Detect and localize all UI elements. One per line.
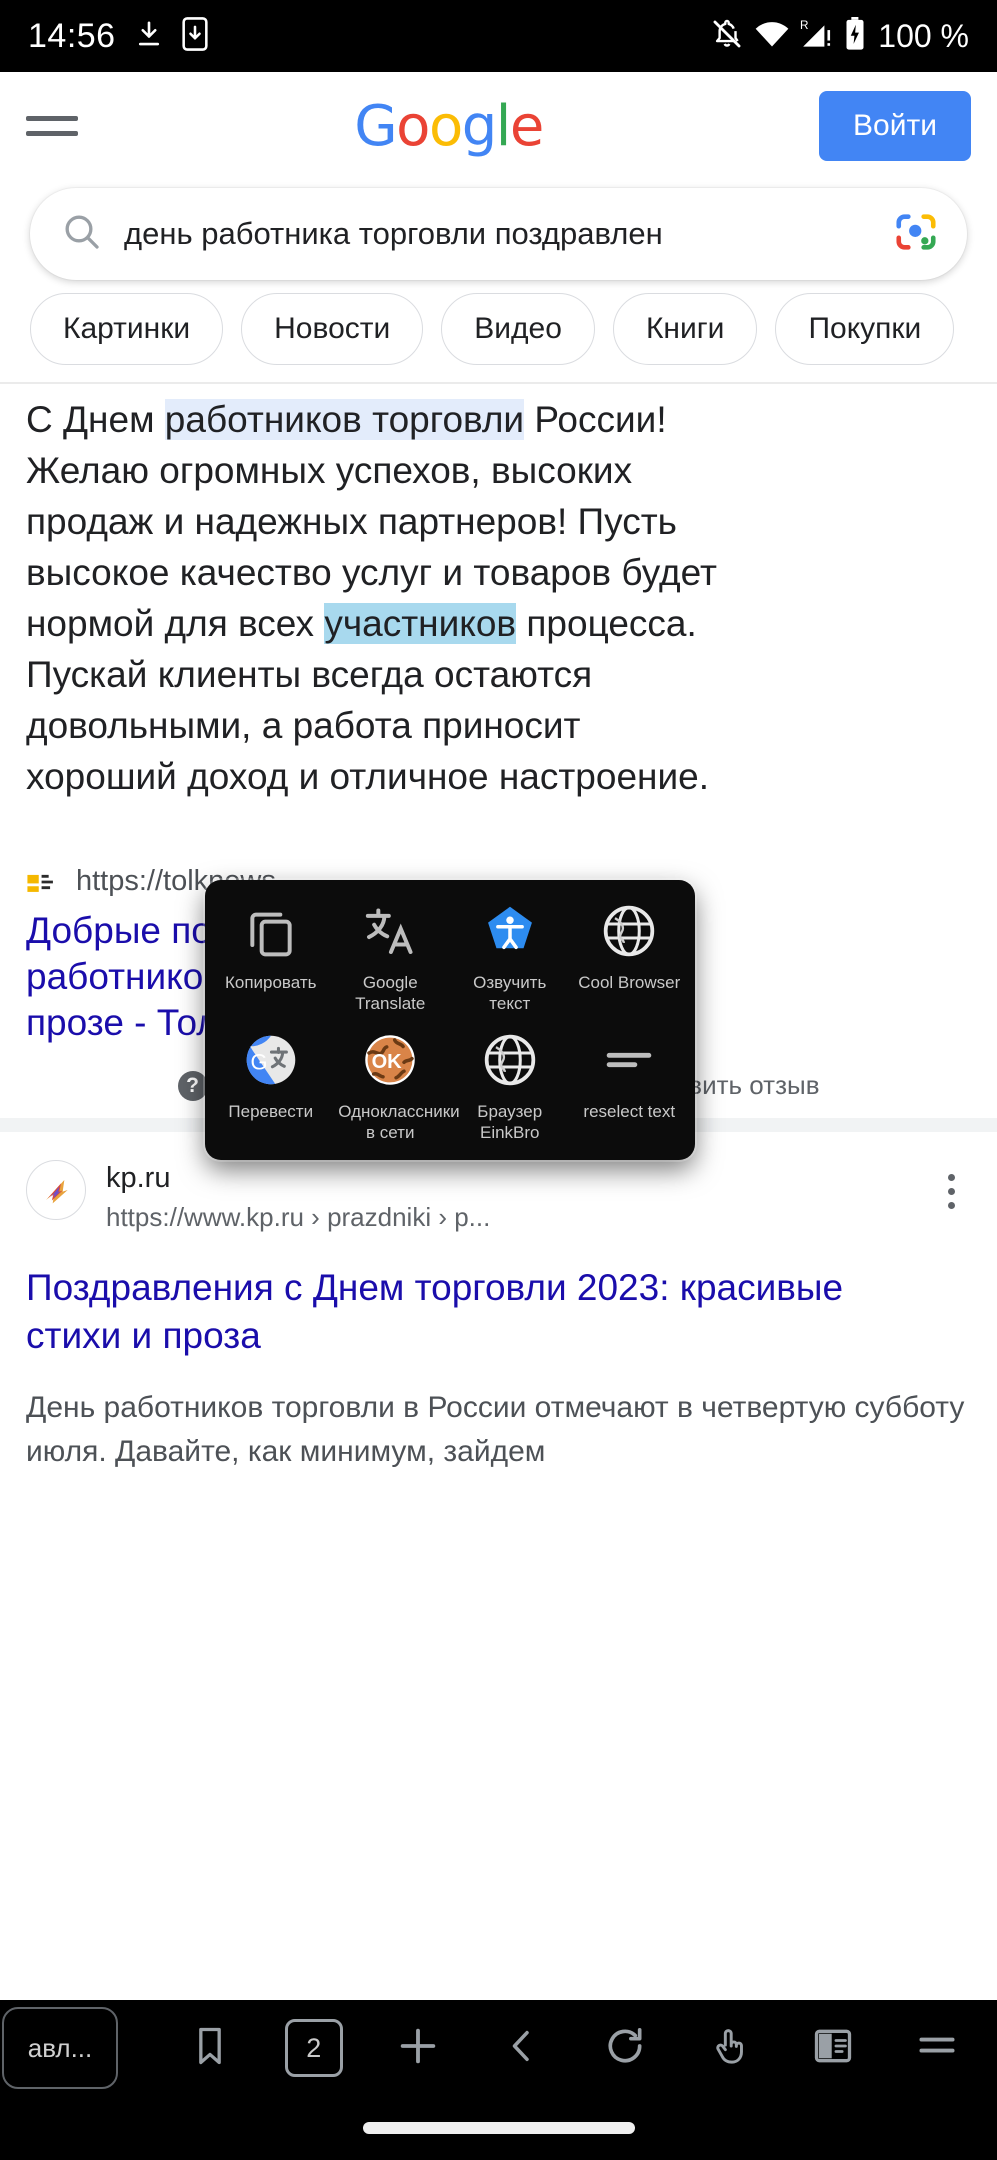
svg-text:G: G: [250, 1049, 267, 1074]
featured-snippet-text: С Днем работников торговли России! Желаю…: [26, 394, 726, 802]
back-button[interactable]: [470, 2026, 574, 2071]
tolk-news-favicon: [26, 867, 60, 897]
sign-in-button[interactable]: Войти: [819, 91, 971, 161]
status-bar-right: R 100 %: [710, 16, 969, 56]
download-icon: [134, 17, 164, 56]
accessibility-speak-icon: [482, 900, 538, 962]
gesture-home-bar[interactable]: [362, 2122, 635, 2134]
chip-news[interactable]: Новости: [241, 293, 424, 365]
phone-screen: 14:56 R 100 % Google Войти день работник…: [0, 0, 997, 2160]
bell-off-icon: [710, 17, 744, 56]
bookmark-button[interactable]: [158, 2024, 262, 2073]
context-menu-label-reselect-text: reselect text: [583, 1102, 676, 1121]
battery-percent-label: 100 %: [878, 17, 969, 54]
cellular-roaming-icon: R: [800, 17, 834, 56]
result-url: https://www.kp.ru › prazdniki › p...: [106, 1202, 491, 1232]
kp-ru-favicon: [26, 1160, 86, 1220]
reader-mode-icon: [811, 2024, 855, 2073]
google-lens-icon[interactable]: [893, 209, 939, 260]
result-header: kp.ru https://www.kp.ru › prazdniki › p.…: [26, 1160, 971, 1234]
tab-count-badge: 2: [284, 2019, 343, 2077]
search-icon: [62, 212, 102, 257]
search-bar[interactable]: день работника торговли поздравлен: [30, 188, 967, 280]
context-menu-label-translate: Перевести: [228, 1102, 314, 1121]
header-divider: [0, 382, 997, 384]
search-input[interactable]: день работника торговли поздравлен: [124, 216, 871, 252]
odnoklassniki-icon: OK: [362, 1029, 418, 1091]
reselect-lines-icon: [601, 1029, 657, 1091]
context-menu-label-odnoklassniki: Одноклассники в сети: [338, 1102, 460, 1142]
copy-icon: [243, 900, 299, 962]
address-bar-label-wrap[interactable]: авл...: [2, 2007, 118, 2089]
chip-video[interactable]: Видео: [441, 293, 595, 365]
context-menu-item-odnoklassniki[interactable]: OK Одноклассники в сети: [331, 1017, 460, 1146]
reload-icon: [603, 2024, 647, 2073]
browser-toolbar-row: авл... 2: [0, 2000, 997, 2096]
touch-mode-button[interactable]: [677, 2024, 781, 2073]
tab-switcher-button[interactable]: 2: [262, 2019, 366, 2077]
context-menu-item-translate[interactable]: G Перевести: [211, 1017, 331, 1146]
address-bar-label: авл...: [27, 2032, 93, 2063]
context-menu-item-reselect-text[interactable]: reselect text: [570, 1017, 690, 1146]
hamburger-menu-icon: [913, 2024, 961, 2073]
globe-icon: [601, 900, 657, 962]
context-menu-label-google-translate: Google Translate: [355, 973, 426, 1013]
snippet-part-highlight: работников торговли: [164, 399, 525, 440]
new-tab-button[interactable]: [366, 2023, 470, 2074]
touch-pointer-icon: [707, 2024, 751, 2073]
svg-text:R: R: [800, 18, 809, 31]
google-header: Google Войти: [0, 72, 997, 180]
bookmark-icon: [188, 2024, 232, 2073]
google-translate-icon: [362, 900, 418, 962]
status-bar: 14:56 R 100 %: [0, 0, 997, 72]
question-mark-icon: ?: [177, 1070, 208, 1101]
context-menu-item-google-translate[interactable]: Google Translate: [331, 888, 451, 1017]
result-site-block: kp.ru https://www.kp.ru › prazdniki › p.…: [106, 1160, 490, 1234]
svg-text:OK: OK: [372, 1051, 403, 1073]
phone-download-icon: [181, 16, 208, 56]
address-bar-pill[interactable]: авл...: [2, 2007, 158, 2089]
reader-mode-button[interactable]: [781, 2024, 885, 2073]
context-menu-item-speak-text[interactable]: Озвучить текст: [450, 888, 570, 1017]
filter-chips: Картинки Новости Видео Книги Покупки: [30, 292, 997, 366]
chip-shopping[interactable]: Покупки: [775, 293, 955, 365]
context-menu-item-cool-browser[interactable]: Cool Browser: [570, 888, 690, 1017]
google-logo: Google: [354, 93, 544, 159]
status-bar-clock: 14:56: [28, 16, 116, 55]
context-menu-label-speak-text: Озвучить текст: [473, 973, 547, 1013]
status-bar-left: 14:56: [28, 17, 208, 56]
chip-images[interactable]: Картинки: [30, 293, 224, 365]
context-menu-label-cool-browser: Cool Browser: [578, 973, 681, 992]
wifi-icon: [754, 18, 790, 55]
result-title-link[interactable]: Поздравления с Днем торговли 2023: краси…: [26, 1264, 906, 1360]
browser-bottom-bar: авл... 2: [0, 2000, 997, 2160]
hamburger-menu-icon[interactable]: [26, 106, 78, 146]
context-menu-label-copy: Копировать: [224, 973, 317, 992]
globe-icon: [482, 1029, 538, 1091]
context-menu-item-einkbro[interactable]: Браузер EinkBro: [450, 1017, 570, 1146]
battery-charging-icon: [844, 16, 866, 56]
browser-menu-button[interactable]: [885, 2024, 989, 2073]
search-result-item: kp.ru https://www.kp.ru › prazdniki › p.…: [26, 1160, 971, 1474]
result-snippet: День работников торговли в России отмеча…: [26, 1391, 965, 1468]
more-options-icon[interactable]: [931, 1160, 971, 1209]
result-site-name: kp.ru: [106, 1162, 171, 1194]
chevron-left-icon: [502, 2026, 542, 2071]
plus-icon: [395, 2023, 441, 2074]
text-selection-context-menu: Копировать Google Translate Озвучить тек…: [205, 880, 695, 1160]
reload-button[interactable]: [574, 2024, 678, 2073]
snippet-selected-text[interactable]: участников: [324, 603, 517, 644]
google-translate-circle-icon: G: [243, 1029, 299, 1091]
context-menu-item-copy[interactable]: Копировать: [211, 888, 331, 1017]
snippet-part-plain: С Днем: [26, 399, 165, 440]
chip-books[interactable]: Книги: [612, 293, 758, 365]
context-menu-label-einkbro: Браузер EinkBro: [477, 1102, 543, 1142]
